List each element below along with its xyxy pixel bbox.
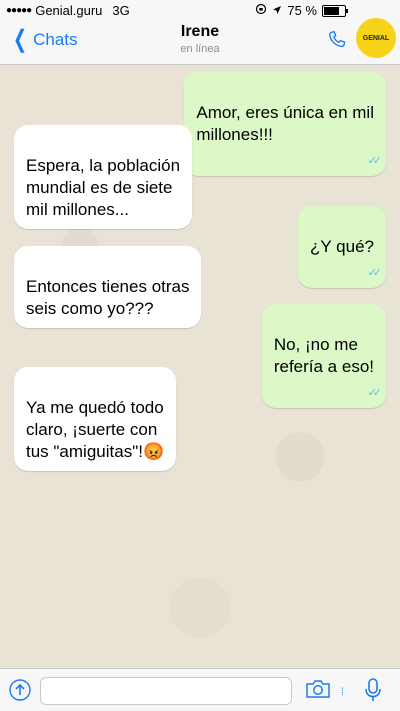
message-text: Espera, la población mundial es de siete… <box>26 156 181 219</box>
upload-arrow-icon <box>9 679 31 701</box>
camera-icon <box>306 680 330 698</box>
read-receipt-icon: ✓✓ <box>367 267 383 279</box>
message-text: Entonces tienes otras seis como yo??? <box>26 277 190 318</box>
location-icon <box>272 3 282 18</box>
read-receipt-icon: ✓✓ <box>367 155 383 167</box>
nav-bar: ❮ Chats Irene en línea GENIAL <box>0 18 400 65</box>
divider-icon: ⁞ <box>341 687 344 698</box>
message-incoming: Ya me quedó todo claro, ¡suerte con tus … <box>14 367 177 471</box>
message-outgoing: ¿Y qué? ✓✓ <box>298 206 386 288</box>
message-input[interactable] <box>40 677 292 705</box>
carrier-name: Genial.guru <box>35 3 103 18</box>
battery-fill <box>324 6 339 15</box>
microphone-icon <box>365 678 381 701</box>
status-left: ●●●●● Genial.guru 3G <box>6 3 130 18</box>
status-bar: ●●●●● Genial.guru 3G 75 % <box>0 0 400 20</box>
status-right: 75 % <box>255 3 348 18</box>
read-receipt-icon: ✓✓ <box>367 387 383 399</box>
message-text: Amor, eres única en mil millones!!! <box>196 103 374 144</box>
message-outgoing: Amor, eres única en mil millones!!! ✓✓ <box>184 72 386 176</box>
input-bar: ⁞ <box>0 668 400 711</box>
battery-percent: 75 % <box>287 3 317 18</box>
battery-icon <box>322 4 348 17</box>
message-text: Ya me quedó todo claro, ¡suerte con tus … <box>26 398 165 461</box>
message-incoming: Espera, la población mundial es de siete… <box>14 125 193 229</box>
phone-icon <box>329 30 346 48</box>
genial-logo: GENIAL <box>356 18 396 58</box>
chat-area[interactable]: Amor, eres única en mil millones!!! ✓✓ E… <box>0 65 400 668</box>
network-type: 3G <box>112 3 130 18</box>
camera-button[interactable] <box>305 678 331 705</box>
message-text: ¿Y qué? <box>310 237 374 256</box>
message-incoming: Entonces tienes otras seis como yo??? <box>14 246 202 328</box>
message-outgoing: No, ¡no me refería a eso! ✓✓ <box>261 304 386 408</box>
share-button[interactable] <box>8 678 32 707</box>
phone-call-button[interactable] <box>326 29 348 56</box>
voice-message-button[interactable] <box>363 677 383 708</box>
signal-strength-icon: ●●●●● <box>6 5 32 16</box>
rotation-lock-icon <box>255 3 267 18</box>
message-text: No, ¡no me refería a eso! <box>273 335 374 376</box>
